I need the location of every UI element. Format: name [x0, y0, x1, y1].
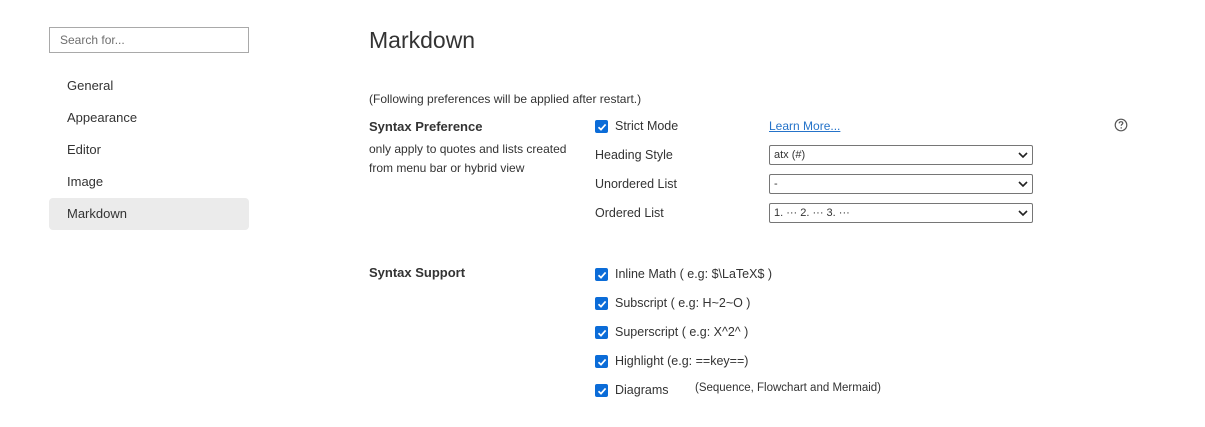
subscript-label: Subscript ( e.g: H~2~O ) [615, 296, 751, 310]
syntax-preference-title: Syntax Preference [369, 119, 483, 134]
unordered-list-value: - [774, 178, 778, 190]
subscript-checkbox[interactable] [595, 297, 608, 310]
checkmark-icon [597, 387, 606, 395]
sidebar: General Appearance Editor Image Markdown [49, 70, 249, 230]
restart-note: (Following preferences will be applied a… [369, 92, 642, 106]
strict-mode-label: Strict Mode [615, 119, 679, 133]
sidebar-item-editor[interactable]: Editor [49, 134, 249, 166]
sidebar-item-markdown[interactable]: Markdown [49, 198, 249, 230]
highlight-label: Highlight (e.g: ==key==) [615, 354, 749, 368]
superscript-checkbox[interactable] [595, 326, 608, 339]
diagrams-checkbox[interactable] [595, 384, 608, 397]
chevron-down-icon [1018, 210, 1028, 217]
checkmark-icon [597, 300, 606, 308]
checkmark-icon [597, 271, 606, 279]
unordered-list-select[interactable]: - [769, 174, 1033, 194]
superscript-label: Superscript ( e.g: X^2^ ) [615, 325, 749, 339]
chevron-down-icon [1018, 181, 1028, 188]
unordered-list-label: Unordered List [595, 177, 677, 191]
checkmark-icon [597, 123, 606, 131]
heading-style-value: atx (#) [774, 149, 806, 161]
highlight-checkbox[interactable] [595, 355, 608, 368]
page-title: Markdown [369, 27, 476, 53]
strict-mode-checkbox[interactable] [595, 120, 608, 133]
syntax-support-title: Syntax Support [369, 265, 466, 280]
checkmark-icon [597, 329, 606, 337]
sidebar-item-appearance[interactable]: Appearance [49, 102, 249, 134]
ordered-list-label: Ordered List [595, 206, 664, 220]
syntax-preference-description: only apply to quotes and lists created f… [369, 142, 567, 175]
checkmark-icon [597, 358, 606, 366]
diagrams-note: (Sequence, Flowchart and Mermaid) [695, 382, 881, 394]
diagrams-label: Diagrams [615, 383, 669, 397]
chevron-down-icon [1018, 152, 1028, 159]
sidebar-item-image[interactable]: Image [49, 166, 249, 198]
inline-math-checkbox[interactable] [595, 268, 608, 281]
ordered-list-select[interactable]: 1. ··· 2. ··· 3. ··· [769, 203, 1033, 223]
search-input[interactable] [49, 27, 249, 53]
inline-math-label: Inline Math ( e.g: $\LaTeX$ ) [615, 267, 773, 281]
sidebar-item-general[interactable]: General [49, 70, 249, 102]
heading-style-select[interactable]: atx (#) [769, 145, 1033, 165]
question-circle-icon[interactable] [1114, 118, 1128, 132]
heading-style-label: Heading Style [595, 148, 673, 162]
learn-more-link[interactable]: Learn More... [769, 119, 840, 133]
ordered-list-value: 1. ··· 2. ··· 3. ··· [774, 207, 850, 219]
